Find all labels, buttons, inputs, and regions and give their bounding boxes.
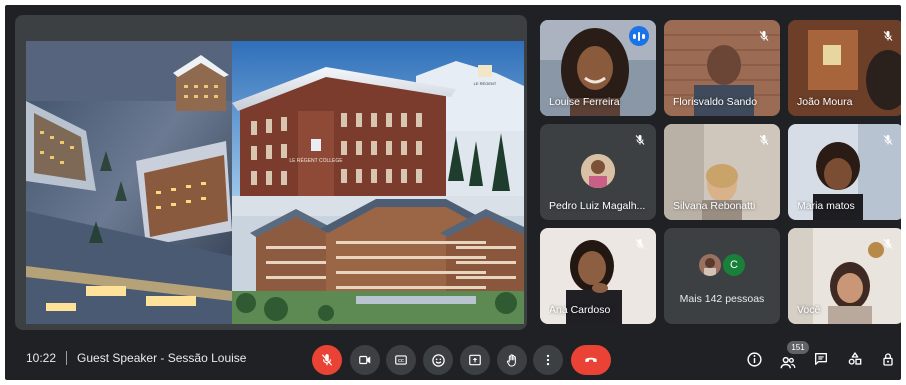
participant-name: Pedro Luiz Magalh... (549, 200, 646, 212)
closed-captions-icon: CC (395, 355, 407, 365)
mic-off-icon (631, 235, 649, 253)
participant-name: Você (797, 304, 821, 316)
emoji-reaction-button[interactable] (423, 345, 453, 375)
present-now-button[interactable] (460, 345, 490, 375)
mic-off-icon (755, 131, 773, 149)
participant-tile-self[interactable]: Você (788, 228, 901, 324)
participant-tile-louise[interactable]: Louise Ferreira (540, 20, 656, 116)
mic-off-icon (879, 131, 897, 149)
toggle-mic-button[interactable] (312, 345, 342, 375)
raise-hand-button[interactable] (497, 345, 527, 375)
more-participants-label: Mais 142 pessoas (679, 293, 765, 305)
people-icon (780, 356, 796, 369)
participant-tile-silvana[interactable]: Silvana Rebonatti (664, 124, 780, 220)
participant-tile-florisvaldo[interactable]: Florisvaldo Sando (664, 20, 780, 116)
mic-off-icon (879, 235, 897, 253)
emoji-icon (431, 353, 445, 367)
meeting-control-bar: 10:22 Guest Speaker - Sessão Louise CC 1… (5, 335, 901, 380)
meeting-details-button[interactable] (742, 347, 766, 371)
avatar (699, 254, 721, 276)
meet-window: LE RÉGENT COLLEGE LE RÉGENT Louise Ferre… (5, 5, 901, 380)
info-icon (746, 351, 762, 367)
participant-name: Silvana Rebonatti (673, 200, 756, 212)
toggle-camera-button[interactable] (350, 345, 380, 375)
college-logo-label: LE RÉGENT (474, 81, 497, 86)
captions-button[interactable]: CC (386, 345, 416, 375)
chat-button[interactable] (809, 347, 833, 371)
college-logo-icon (478, 65, 492, 77)
show-everyone-button[interactable] (776, 351, 800, 375)
svg-text:CC: CC (398, 358, 404, 363)
participant-name: Florisvaldo Sando (673, 96, 758, 108)
meeting-info: 10:22 Guest Speaker - Sessão Louise (26, 351, 246, 365)
meeting-title: Guest Speaker - Sessão Louise (77, 351, 247, 365)
presentation-slide: LE RÉGENT COLLEGE LE RÉGENT (26, 41, 524, 324)
speaking-indicator-icon (629, 26, 649, 46)
participant-tile-pedro[interactable]: Pedro Luiz Magalh... (540, 124, 656, 220)
divider (66, 351, 68, 365)
mic-off-icon (879, 27, 897, 45)
avatar: C (723, 254, 745, 276)
participant-tile-ana[interactable]: Ana Cardoso (540, 228, 656, 324)
host-controls-button[interactable] (876, 347, 900, 371)
campus-photo-collage: LE RÉGENT COLLEGE LE RÉGENT (26, 41, 524, 324)
leave-call-button[interactable] (571, 345, 611, 375)
participant-name: Ana Cardoso (549, 304, 611, 316)
participant-name: Louise Ferreira (549, 96, 620, 108)
shared-screen-presentation[interactable]: LE RÉGENT COLLEGE LE RÉGENT (15, 15, 527, 330)
more-options-button[interactable] (533, 345, 563, 375)
avatar (581, 154, 615, 188)
camera-icon (359, 355, 371, 365)
mic-off-icon (755, 27, 773, 45)
participant-name: João Moura (797, 96, 853, 108)
mic-off-icon (631, 131, 649, 149)
end-call-icon (585, 357, 597, 363)
more-options-icon (546, 354, 550, 366)
host-controls-icon (883, 353, 893, 366)
meeting-time: 10:22 (26, 351, 57, 365)
more-participants-tile[interactable]: C Mais 142 pessoas (664, 228, 780, 324)
participant-tile-maria[interactable]: Maria matos (788, 124, 901, 220)
raise-hand-icon (506, 353, 516, 367)
building-sign: LE RÉGENT COLLEGE (289, 157, 343, 164)
activities-icon (848, 352, 862, 365)
mic-off-icon (321, 354, 333, 366)
present-screen-icon (469, 354, 481, 366)
participant-tile-joao[interactable]: João Moura (788, 20, 901, 116)
chat-icon (815, 353, 827, 365)
activities-button[interactable] (843, 347, 867, 371)
participant-name: Maria matos (797, 200, 855, 212)
